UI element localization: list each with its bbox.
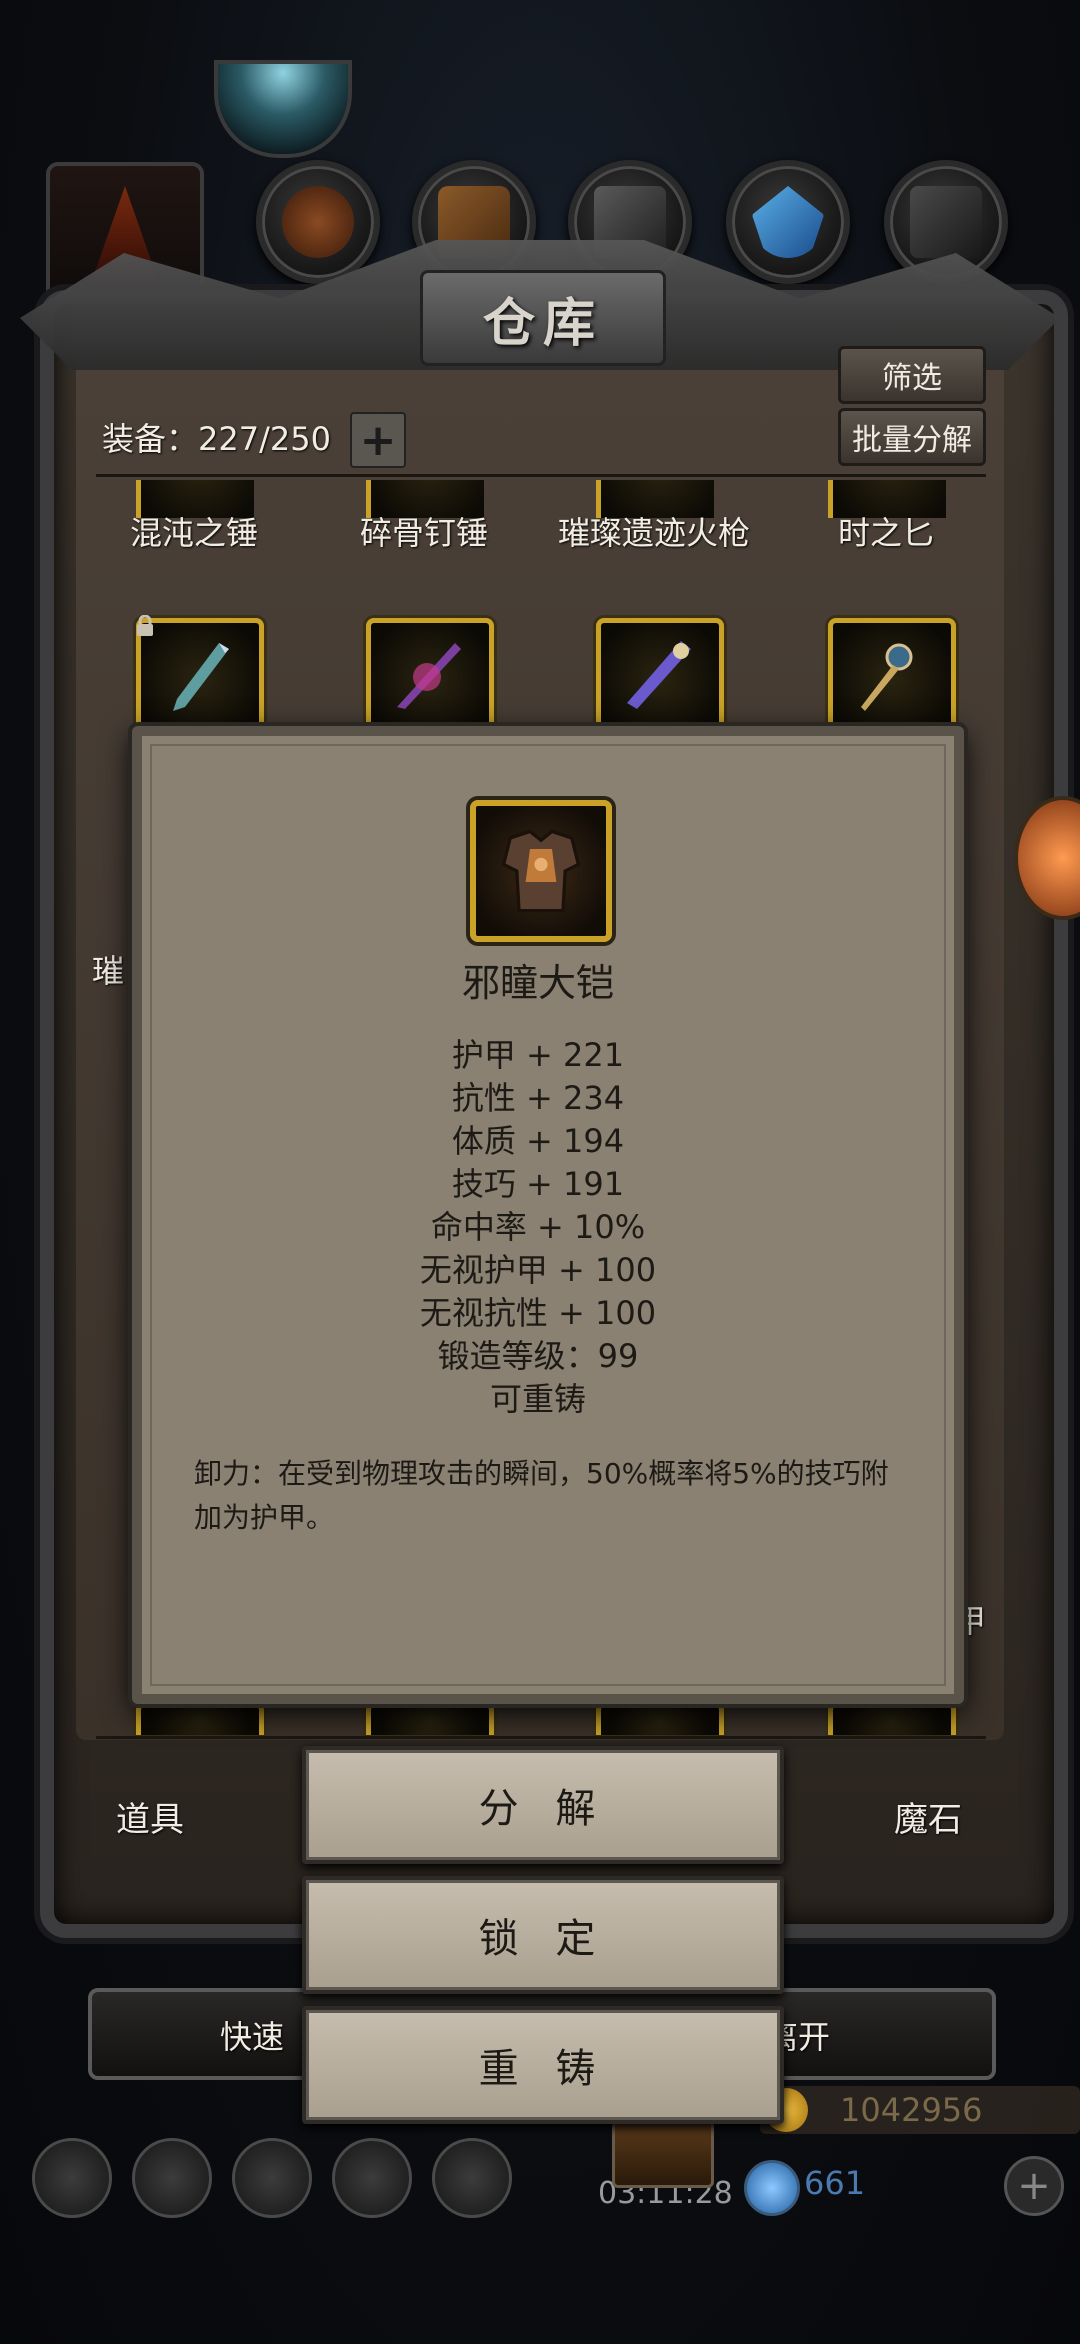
handshake-icon[interactable] <box>432 2138 512 2218</box>
item-slot[interactable] <box>136 1702 264 1735</box>
scroll-icon[interactable] <box>232 2138 312 2218</box>
steel-icon <box>910 186 982 258</box>
tab-crystal[interactable] <box>726 160 850 284</box>
stat-line: 体质 + 194 <box>451 1122 625 1160</box>
gem-amount: 661 <box>804 2164 866 2202</box>
lock-icon <box>137 615 153 636</box>
item-slot[interactable] <box>366 1702 494 1735</box>
item-slot[interactable] <box>828 618 956 740</box>
settings-gear-icon[interactable] <box>32 2138 112 2218</box>
item-slot[interactable] <box>596 618 724 740</box>
item-name: 混沌之锤 <box>129 514 258 552</box>
tooltip-description: 卸力：在受到物理攻击的瞬间，50%概率将5%的技巧附加为护甲。 <box>194 1457 889 1534</box>
stat-line: 技巧 + 191 <box>451 1165 625 1203</box>
recast-button[interactable]: 重 铸 <box>302 2006 784 2124</box>
stat-line: 锻造等级：99 <box>437 1337 639 1375</box>
title-plate: 仓库 <box>420 270 666 366</box>
tab-props[interactable]: 道具 <box>116 1792 184 1841</box>
item-slot[interactable] <box>828 1702 956 1735</box>
stat-line: 可重铸 <box>489 1380 586 1418</box>
item-slot[interactable] <box>596 1702 724 1735</box>
armor-icon <box>501 829 581 913</box>
batch-decompose-button[interactable]: 批量分解 <box>838 408 986 466</box>
item-name: 璀璨遗迹火枪 <box>557 514 750 552</box>
gold-counter: 1042956 <box>760 2086 1080 2134</box>
bag-icon <box>282 186 354 258</box>
decompose-button[interactable]: 分 解 <box>302 1746 784 1864</box>
add-currency-button[interactable]: + <box>1004 2156 1064 2216</box>
item-tooltip-icon <box>470 800 612 942</box>
tab-magic-stone[interactable]: 魔石 <box>894 1792 962 1841</box>
tooltip-item-name: 邪瞳大铠 <box>461 961 614 1005</box>
expand-capacity-button[interactable]: + <box>350 412 406 468</box>
plus-icon: + <box>1017 2163 1051 2209</box>
item-name: 时之匕 <box>837 514 934 552</box>
divider <box>96 474 986 477</box>
tab-materials[interactable] <box>256 160 380 284</box>
filter-button[interactable]: 筛选 <box>838 346 986 404</box>
staff-icon <box>627 641 691 709</box>
stat-line: 无视护甲 + 100 <box>419 1251 657 1289</box>
item-slot[interactable] <box>136 615 264 740</box>
lock-button[interactable]: 锁 定 <box>302 1876 784 1994</box>
plus-icon: + <box>359 414 397 466</box>
chest-icon[interactable] <box>612 2120 714 2188</box>
item-name-partial: 璀 <box>92 952 125 990</box>
gold-amount: 1042956 <box>840 2091 983 2129</box>
item-slot[interactable] <box>366 618 494 740</box>
stat-line: 无视抗性 + 100 <box>419 1294 657 1332</box>
mail-icon[interactable] <box>332 2138 412 2218</box>
equipment-capacity: 装备：227/250 <box>102 420 331 458</box>
quick-button-partial[interactable]: 快速 <box>220 2012 284 2058</box>
star-icon[interactable] <box>132 2138 212 2218</box>
scepter-icon <box>861 643 913 711</box>
stat-line: 护甲 + 221 <box>451 1036 625 1074</box>
crystal-spear-icon <box>397 643 461 709</box>
divider <box>96 1736 986 1739</box>
item-name: 碎骨钉锤 <box>359 514 488 552</box>
gem-icon <box>744 2160 800 2216</box>
page-title: 仓库 <box>482 293 603 354</box>
crystal-icon <box>752 186 824 258</box>
stat-line: 命中率 + 10% <box>430 1208 646 1246</box>
dagger-icon <box>173 643 229 711</box>
stat-line: 抗性 + 234 <box>451 1079 625 1117</box>
